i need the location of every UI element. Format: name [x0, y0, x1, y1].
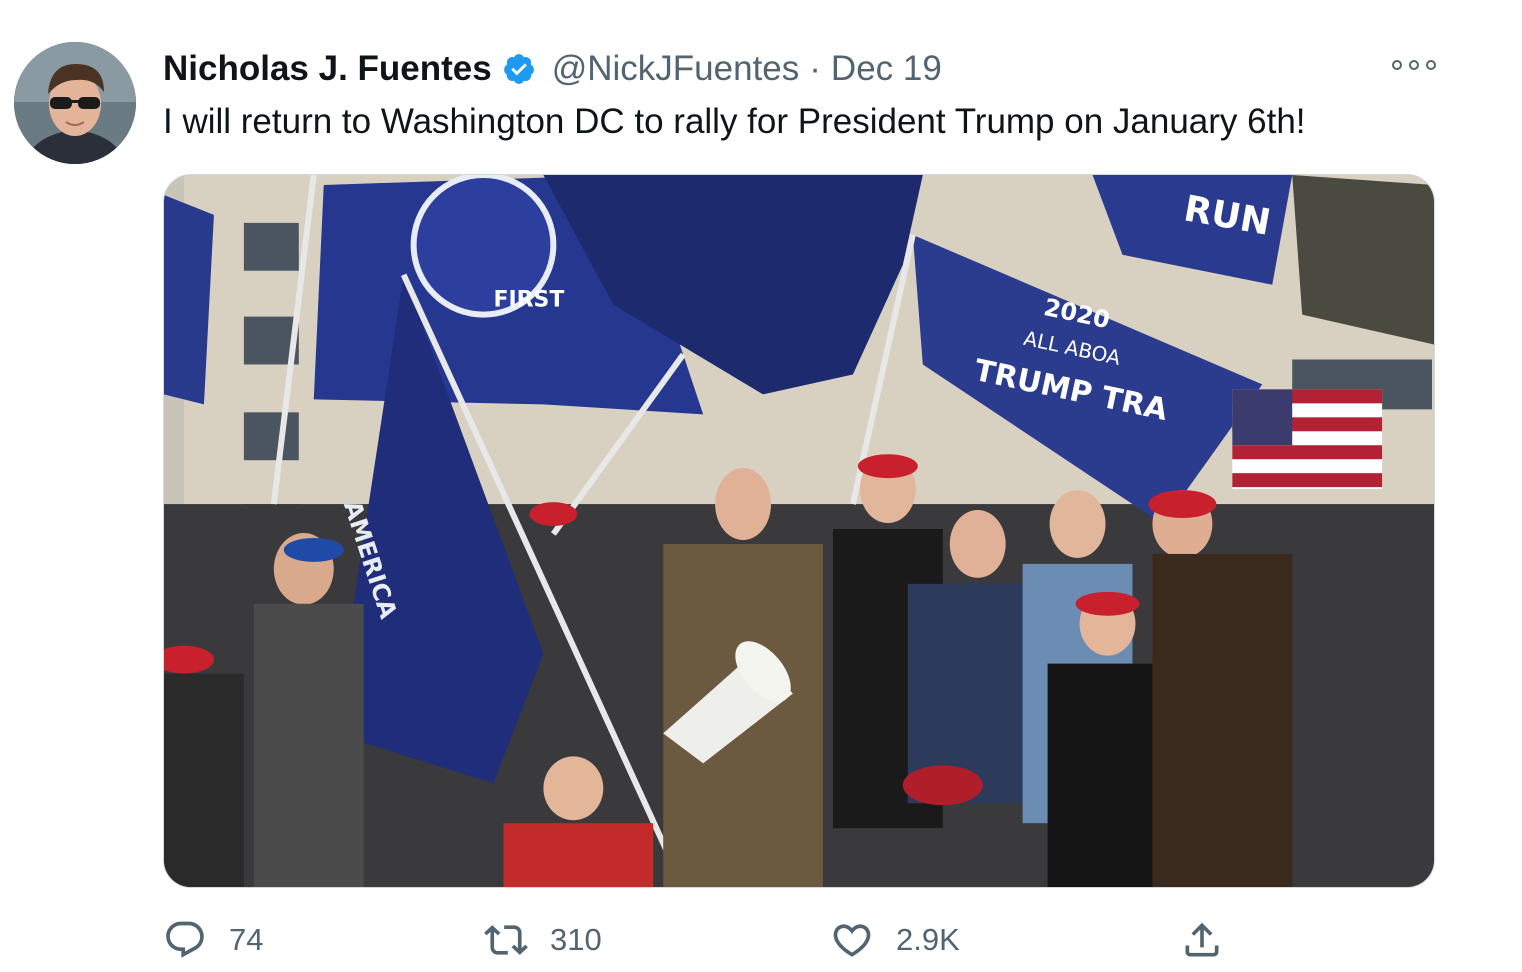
tweet-media-photo[interactable]: FIRST TRUMP TRA ALL ABOA 2020 RUN AMERIC…	[163, 174, 1435, 888]
avatar[interactable]	[14, 42, 136, 164]
separator-dot: ·	[809, 49, 821, 88]
like-icon	[833, 924, 871, 957]
retweet-count: 310	[550, 922, 602, 957]
tweet-date[interactable]: Dec 19	[831, 49, 942, 89]
user-handle[interactable]: @NickJFuentes	[552, 49, 800, 89]
more-options-icon[interactable]	[1392, 56, 1436, 74]
flag-text-first: FIRST	[493, 288, 564, 313]
like-count: 2.9K	[896, 922, 960, 957]
like-button[interactable]: 2.9K	[830, 918, 960, 962]
share-icon	[1185, 922, 1219, 957]
reply-icon	[166, 921, 204, 958]
tweet-header: Nicholas J. Fuentes @NickJFuentes · Dec …	[163, 46, 942, 92]
verified-badge-icon	[502, 52, 536, 86]
display-name[interactable]: Nicholas J. Fuentes	[163, 49, 492, 89]
tweet-actions: 74 310 2.9K	[0, 918, 1522, 968]
retweet-icon	[484, 925, 528, 955]
tweet-text: I will return to Washington DC to rally …	[163, 102, 1306, 141]
rally-photo: FIRST TRUMP TRA ALL ABOA 2020 RUN AMERIC…	[164, 175, 1434, 887]
reply-count: 74	[229, 922, 264, 957]
retweet-button[interactable]: 310	[484, 918, 602, 962]
share-button[interactable]	[1180, 918, 1246, 962]
reply-button[interactable]: 74	[163, 918, 263, 962]
avatar-image	[14, 42, 136, 164]
